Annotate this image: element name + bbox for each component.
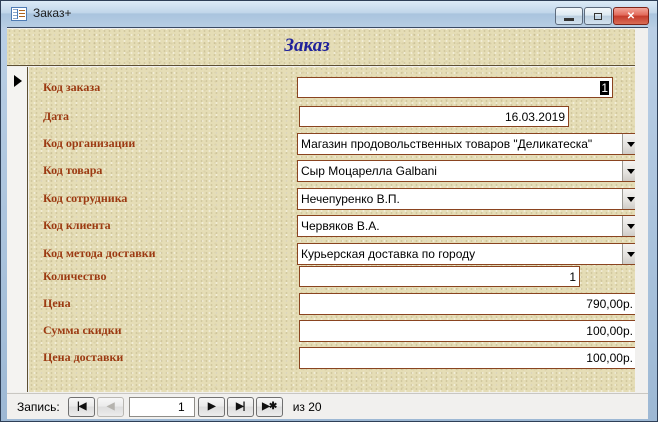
field-7-textbox[interactable]: 1: [299, 266, 580, 287]
field-9-textbox[interactable]: 100,00р.: [299, 320, 637, 342]
field-5-combobox[interactable]: Червяков В.А.: [297, 215, 640, 237]
minimize-icon: [564, 18, 574, 21]
field-6-label: Код метода доставки: [43, 246, 156, 261]
field-10-label: Цена доставки: [43, 350, 123, 365]
record-nav-label: Запись:: [17, 400, 60, 414]
right-gutter: [635, 28, 648, 392]
maximize-icon: [594, 13, 602, 20]
field-0-textbox[interactable]: 1: [297, 77, 613, 98]
field-3-combobox[interactable]: Сыр Моцарелла Galbani: [297, 160, 640, 182]
new-record-button[interactable]: ▶✱: [256, 397, 283, 417]
form-title: Заказ: [7, 35, 607, 57]
field-6-value: Курьерская доставка по городу: [298, 247, 622, 261]
field-1-label: Дата: [43, 109, 69, 124]
field-5-label: Код клиента: [43, 218, 111, 233]
field-7-value: 1: [300, 270, 579, 284]
last-record-button[interactable]: ▶|: [227, 397, 254, 417]
field-1-value: 16.03.2019: [300, 110, 568, 124]
field-1-textbox[interactable]: 16.03.2019: [299, 106, 569, 127]
access-form-window: Заказ+ ✕ Заказ Код заказа 1 Дата 16.03.2019…: [0, 0, 658, 422]
field-0-label: Код заказа: [43, 80, 100, 95]
field-2-label: Код организации: [43, 136, 135, 151]
field-9-label: Сумма скидки: [43, 323, 122, 338]
maximize-button[interactable]: [584, 7, 612, 25]
form-detail-section: Код заказа 1 Дата 16.03.2019 Код организации…: [29, 67, 635, 392]
field-7-label: Количество: [43, 269, 106, 284]
field-2-value: Магазин продовольственных товаров "Делик…: [298, 137, 622, 151]
form-icon: [11, 7, 27, 21]
field-4-label: Код сотрудника: [43, 191, 127, 206]
field-2-combobox[interactable]: Магазин продовольственных товаров "Делик…: [297, 133, 640, 155]
previous-record-button[interactable]: ◀: [97, 397, 124, 417]
field-0-value: 1: [298, 81, 612, 95]
field-10-value: 100,00р.: [300, 351, 636, 365]
minimize-button[interactable]: [555, 7, 583, 25]
current-record-input[interactable]: 1: [129, 397, 195, 417]
first-record-button[interactable]: |◀: [68, 397, 95, 417]
record-selector-bar[interactable]: [7, 67, 28, 392]
title-bar: Заказ+ ✕: [1, 1, 657, 27]
window-title: Заказ+: [33, 6, 71, 20]
current-record-arrow-icon: [14, 75, 22, 87]
field-4-combobox[interactable]: Нечепуренко В.П.: [297, 188, 640, 210]
record-navigation-bar: Запись: |◀ ◀ 1 ▶ ▶| ▶✱ из 20: [7, 393, 648, 419]
field-5-value: Червяков В.А.: [298, 219, 622, 233]
close-icon: ✕: [627, 11, 635, 22]
form-client-area: Заказ Код заказа 1 Дата 16.03.2019 Код орган…: [7, 27, 648, 418]
field-0-selected-text: 1: [600, 81, 609, 95]
field-8-value: 790,00р.: [300, 297, 636, 311]
field-3-value: Сыр Моцарелла Galbani: [298, 164, 622, 178]
record-count-label: из 20: [293, 400, 322, 414]
next-record-button[interactable]: ▶: [198, 397, 225, 417]
close-button[interactable]: ✕: [613, 7, 649, 25]
field-10-textbox[interactable]: 100,00р.: [299, 347, 637, 369]
field-9-value: 100,00р.: [300, 324, 636, 338]
field-6-combobox[interactable]: Курьерская доставка по городу: [297, 243, 640, 265]
field-8-textbox[interactable]: 790,00р.: [299, 293, 637, 315]
form-header: Заказ: [7, 29, 635, 66]
field-4-value: Нечепуренко В.П.: [298, 192, 622, 206]
field-8-label: Цена: [43, 296, 71, 311]
field-3-label: Код товара: [43, 163, 102, 178]
